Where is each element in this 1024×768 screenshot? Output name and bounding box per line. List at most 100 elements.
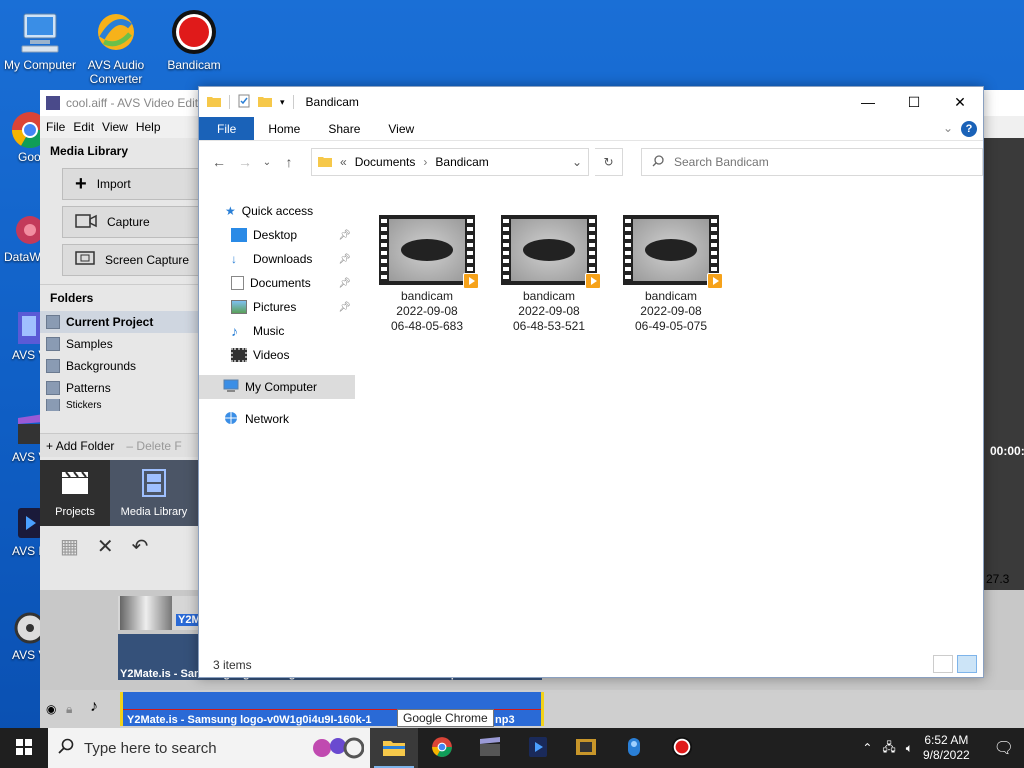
breadcrumb-overflow[interactable]: « [340,155,347,169]
nav-network[interactable]: Network [199,407,355,431]
network-icon[interactable]: 🖧︎ [882,738,895,759]
close-button[interactable]: ✕ [937,87,983,117]
file-item[interactable]: bandicam 2022-09-08 06-48-05-683 [371,215,483,334]
forward-arrow-icon[interactable]: → [235,154,255,170]
bandicam-play-badge-icon [585,273,601,289]
customize-toolbar-icon[interactable]: ▾ [280,97,285,108]
nav-downloads[interactable]: ↓ Downloads 📌︎ [199,247,355,271]
file-item[interactable]: bandicam 2022-09-08 06-49-05-075 [615,215,727,334]
breadcrumb-bandicam[interactable]: Bandicam [435,155,488,169]
desktop-icon-avs-audio-converter[interactable]: AVS Audio Converter [74,8,158,86]
clock-time: 6:52 AM [924,733,969,747]
taskbar-avs-video-converter[interactable] [562,728,610,768]
menu-file[interactable]: File [42,120,69,134]
pin-icon[interactable]: 📌︎ [338,302,351,313]
folder-checkbox[interactable] [46,337,60,351]
search-input[interactable] [674,155,954,169]
add-folder-button[interactable]: + Add Folder [46,439,114,453]
nav-pictures[interactable]: Pictures 📌︎ [199,295,355,319]
address-dropdown-icon[interactable]: ⌄ [572,155,582,169]
expand-ribbon-icon[interactable]: ⌄ [943,121,953,135]
taskbar-file-explorer[interactable] [370,728,418,768]
clock[interactable]: 6:52 AM 9/8/2022 [923,733,970,763]
eye-icon[interactable]: ◉ [46,702,56,716]
menu-edit[interactable]: Edit [69,120,98,134]
folder-item[interactable]: Samples [40,333,198,355]
taskbar-bandicam[interactable] [658,728,706,768]
folder-checkbox[interactable] [46,359,60,373]
tab-file[interactable]: File [199,117,255,140]
desktop-icon-chrome[interactable]: Goo Chro [0,110,44,164]
menu-view[interactable]: View [98,120,132,134]
video-clip-thumb[interactable] [120,596,172,630]
pin-icon[interactable]: 📌︎ [338,278,351,289]
desktop-icon [231,228,247,242]
desktop-icon-avs-remaker[interactable]: AVS V ReM [0,608,44,662]
capture-button[interactable]: Capture [62,206,202,238]
refresh-button[interactable]: ↻ [595,148,623,176]
nav-quick-access[interactable]: ★ Quick access [199,199,355,223]
folders-header: Folders [40,284,198,311]
nav-documents[interactable]: Documents 📌︎ [199,271,355,295]
menu-help[interactable]: Help [132,120,165,134]
volume-icon[interactable]: 🔈︎ [906,741,913,756]
folder-checkbox[interactable] [46,399,60,411]
details-view-button[interactable] [933,655,953,673]
recent-locations-icon[interactable]: ⌄ [261,157,273,168]
taskbar-chrome[interactable] [418,728,466,768]
desktop-icon-avs-video-editor[interactable]: AVS V Edi [0,410,44,464]
address-bar[interactable]: « Documents › Bandicam ⌄ [311,148,589,176]
nav-desktop[interactable]: Desktop 📌︎ [199,223,355,247]
folder-checkbox[interactable] [46,381,60,395]
pin-icon[interactable]: 📌︎ [338,254,351,265]
tab-projects[interactable]: Projects [40,460,110,526]
up-arrow-icon[interactable]: ↑ [279,154,299,170]
breadcrumb-documents[interactable]: Documents [355,155,416,169]
search-box[interactable] [641,148,983,176]
nav-videos[interactable]: Videos [199,343,355,367]
chrome-icon [431,736,453,761]
maximize-button[interactable]: ☐ [891,87,937,117]
large-icons-view-button[interactable] [957,655,977,673]
new-folder-icon[interactable] [258,95,272,110]
pin-icon[interactable]: 📌︎ [338,230,351,241]
file-item[interactable]: bandicam 2022-09-08 06-48-53-521 [493,215,605,334]
folder-item[interactable]: Stickers [40,399,198,411]
desktop-icon-bandicam[interactable]: Bandicam [152,8,236,72]
taskbar-avs-video-editor[interactable] [466,728,514,768]
explorer-titlebar[interactable]: ▾ Bandicam — ☐ ✕ [199,87,983,117]
taskbar-avs-media-player[interactable] [514,728,562,768]
tab-home[interactable]: Home [254,117,314,140]
screen-capture-button[interactable]: Screen Capture [62,244,202,276]
taskbar-search[interactable]: Type here to search [48,728,370,768]
tab-view[interactable]: View [374,117,428,140]
desktop-icon-avs-video-converter[interactable]: AVS V Conv [0,308,44,362]
back-arrow-icon[interactable]: ← [209,154,229,170]
properties-icon[interactable] [238,94,250,111]
tab-media-library[interactable]: Media Library [110,460,198,526]
grid-icon[interactable]: ▦ [60,534,79,559]
folder-item[interactable]: Backgrounds [40,355,198,377]
nav-label: Quick access [241,204,314,218]
nav-my-computer[interactable]: My Computer [199,375,355,399]
help-icon[interactable]: ? [961,121,977,137]
start-button[interactable] [0,728,48,768]
lock-icon[interactable]: 🔒︎ [66,702,72,717]
minimize-button[interactable]: — [845,87,891,117]
show-hidden-icons-icon[interactable]: ⌃ [862,741,872,755]
folder-checkbox[interactable] [46,315,60,329]
folder-item[interactable]: Current Project [40,311,198,333]
notifications-icon[interactable]: 🗨︎ [994,738,1014,758]
desktop-icon-my-computer[interactable]: My Computer [0,8,82,72]
import-button[interactable]: + Import [62,168,202,200]
nav-music[interactable]: ♪ Music [199,319,355,343]
delete-icon[interactable]: ✕ [97,534,114,559]
tab-share[interactable]: Share [314,117,374,140]
desktop-icon-avs-media-player[interactable]: AVS M Pla [0,504,44,558]
file-explorer-window[interactable]: ▾ Bandicam — ☐ ✕ File Home Share View ⌄ … [198,86,984,678]
delete-folder-button[interactable]: – Delete F [126,439,181,453]
desktop-icon-dataw[interactable]: DataW [0,210,44,264]
undo-icon[interactable]: ↶ [132,534,149,559]
taskbar-avs-audio-app[interactable] [610,728,658,768]
folder-item[interactable]: Patterns [40,377,198,399]
